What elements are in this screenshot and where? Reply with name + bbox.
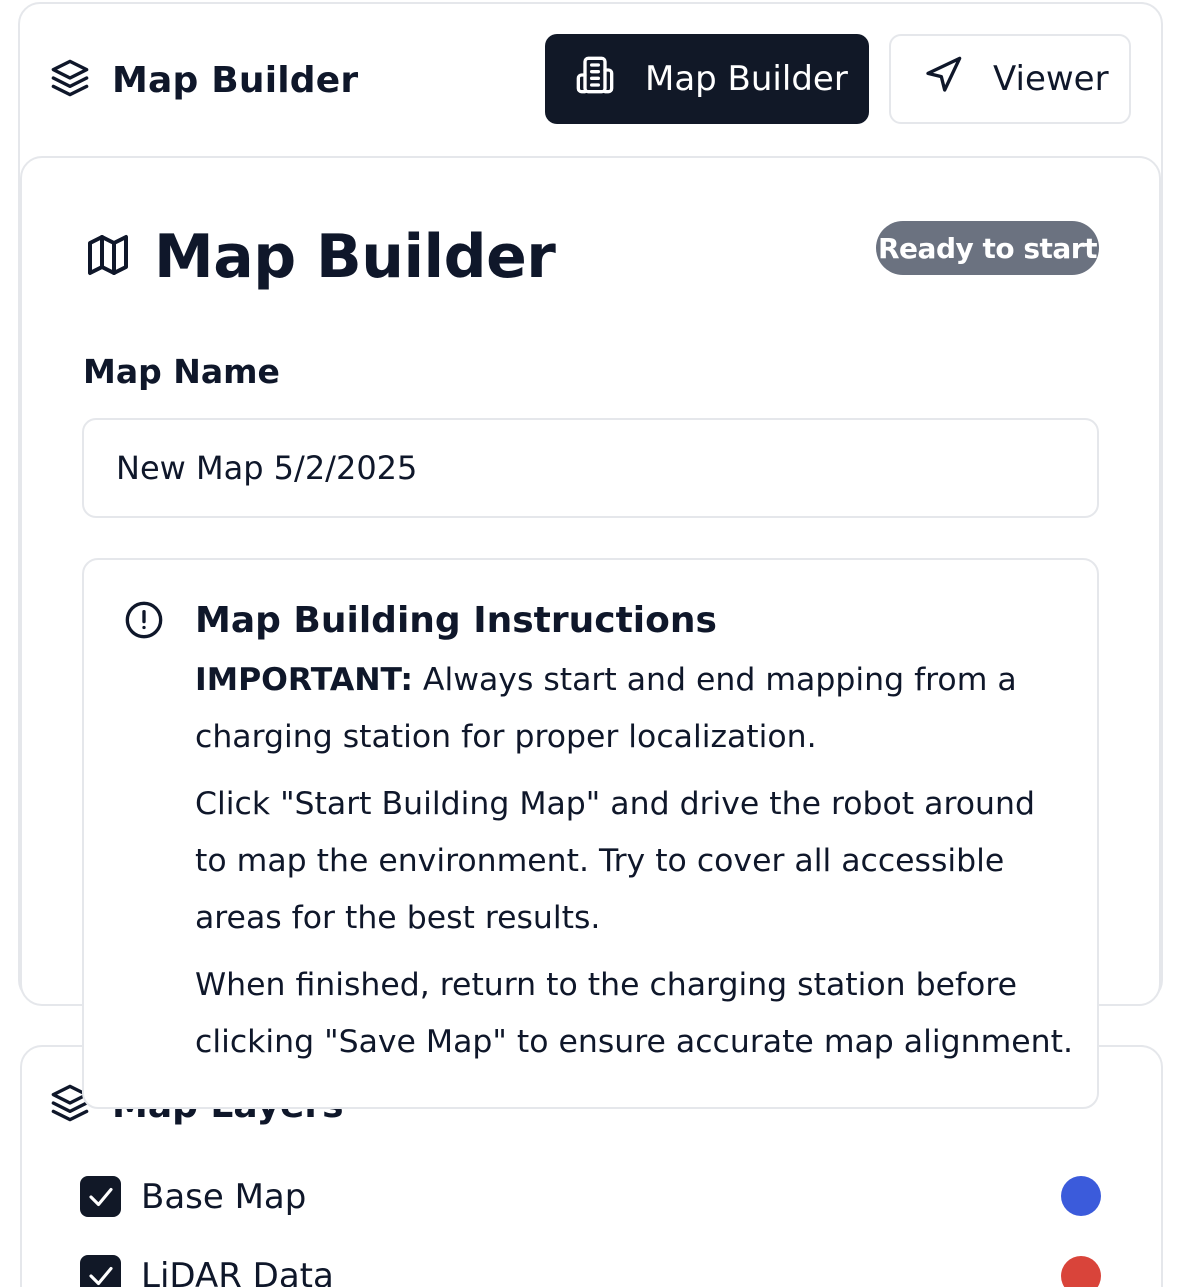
builder-title-row: Map Builder: [84, 222, 556, 292]
nav-viewer-label: Viewer: [993, 59, 1109, 99]
brand-title: Map Builder: [112, 59, 359, 101]
map-icon: [84, 231, 132, 283]
brand: Map Builder: [50, 58, 358, 102]
nav-viewer-button[interactable]: Viewer: [889, 34, 1131, 124]
nav-map-builder-label: Map Builder: [645, 59, 848, 99]
lidar-data-checkbox[interactable]: [80, 1255, 121, 1287]
layer-label: Base Map: [141, 1176, 307, 1217]
instructions-paragraph-2: Click "Start Building Map" and drive the…: [195, 786, 1035, 936]
layer-label: LiDAR Data: [141, 1255, 334, 1287]
alert-circle-icon: [124, 600, 164, 644]
base-map-color-swatch: [1061, 1176, 1101, 1216]
base-map-checkbox[interactable]: [80, 1176, 121, 1217]
status-badge: Ready to start: [876, 221, 1099, 275]
map-name-label: Map Name: [83, 352, 280, 391]
layer-item-base-map[interactable]: Base Map: [80, 1176, 306, 1217]
important-label: IMPORTANT:: [195, 662, 413, 698]
instructions-important: IMPORTANT: Always start and end mapping …: [195, 652, 1075, 766]
app-root: Map Builder Map Builder Viewer Map Build…: [0, 0, 1200, 1287]
document-icon: [575, 55, 615, 104]
check-icon: [88, 1187, 113, 1206]
layers-icon: [50, 58, 90, 102]
nav-map-builder-button[interactable]: Map Builder: [545, 34, 869, 124]
instructions-title: Map Building Instructions: [195, 600, 717, 641]
instructions-body: IMPORTANT: Always start and end mapping …: [195, 652, 1075, 1081]
check-icon: [88, 1266, 113, 1285]
navigation-icon: [923, 55, 963, 104]
map-name-input[interactable]: [82, 418, 1099, 518]
page-title: Map Builder: [154, 222, 556, 292]
instructions-paragraph-3: When finished, return to the charging st…: [195, 967, 1073, 1060]
layer-item-lidar-data[interactable]: LiDAR Data: [80, 1255, 334, 1287]
